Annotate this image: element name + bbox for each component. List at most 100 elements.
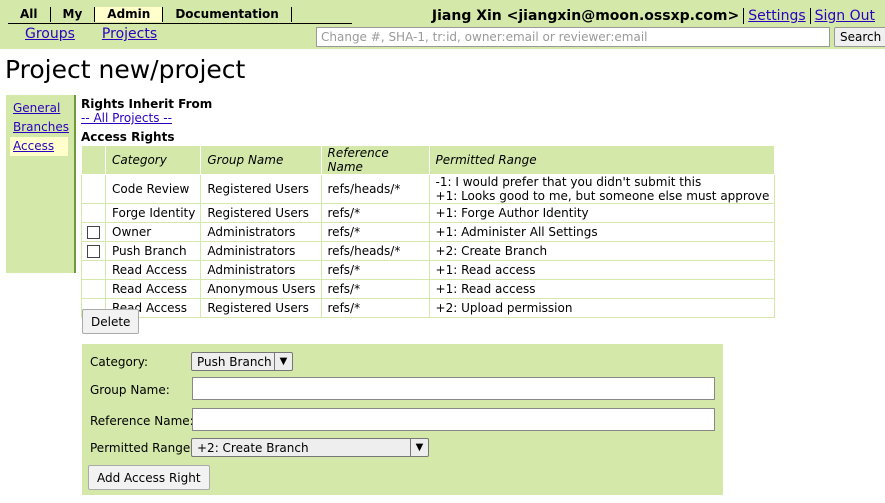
sidebar: General Branches Access: [6, 95, 76, 273]
group-name-cell: Registered Users: [200, 298, 322, 318]
reference-name-cell: refs/*: [320, 222, 430, 242]
table-row: Read Access Anonymous Users refs/* +1: Read…: [81, 279, 776, 299]
inherit-label: Rights Inherit From: [81, 97, 213, 111]
table-row: Owner Administrators refs/* +1: Administer …: [81, 222, 776, 242]
reference-name-cell: refs/*: [320, 203, 430, 223]
category-cell: Push Branch: [104, 241, 202, 261]
sidebar-item-branches[interactable]: Branches: [13, 118, 74, 137]
group-name-input[interactable]: [192, 377, 715, 400]
settings-link[interactable]: Settings: [748, 8, 805, 24]
category-label: Category:: [90, 355, 148, 369]
column-group-name: Group Name: [200, 145, 322, 175]
row-checkbox[interactable]: [87, 245, 100, 258]
permitted-range-cell: +1: Forge Author Identity: [428, 203, 776, 223]
group-name-cell: Administrators: [200, 222, 322, 242]
chevron-down-icon: ▼: [410, 439, 428, 456]
category-cell: Read Access: [104, 260, 202, 280]
permitted-range-value: -1: I would prefer that you didn't submi…: [435, 175, 702, 189]
category-select-value: Push Branch: [197, 355, 272, 369]
permitted-range-cell: +2: Create Branch: [428, 241, 776, 261]
group-name-cell: Registered Users: [200, 174, 322, 204]
tab-documentation[interactable]: Documentation: [163, 7, 292, 22]
column-reference-name: Reference Name: [320, 145, 430, 175]
sub-tab-groups[interactable]: Groups: [25, 26, 75, 42]
reference-name-cell: refs/heads/*: [320, 241, 430, 261]
tab-my[interactable]: My: [51, 7, 96, 22]
inherit-link[interactable]: -- All Projects --: [81, 111, 775, 125]
sub-tab-projects[interactable]: Projects: [102, 26, 157, 42]
access-rights-label: Access Rights: [81, 130, 175, 144]
user-area: Jiang Xin <jiangxin@moon.ossxp.com> Sett…: [432, 8, 875, 24]
reference-name-cell: refs/*: [320, 279, 430, 299]
permitted-range-cell: +1: Administer All Settings: [428, 222, 776, 242]
tab-bar-spacer: [292, 7, 352, 23]
row-select-cell: [81, 174, 106, 204]
separator: [809, 8, 811, 24]
permitted-range-value: +1: Forge Author Identity: [435, 206, 589, 220]
sidebar-item-access[interactable]: Access: [10, 137, 68, 156]
permitted-range-cell: +2: Upload permission: [428, 298, 776, 318]
search-bar: Search: [316, 27, 885, 47]
table-row: Forge Identity Registered Users refs/* +1: …: [81, 203, 776, 223]
group-name-label: Group Name:: [90, 383, 170, 397]
permitted-range-value: +1: Read access: [435, 282, 536, 296]
access-content: Rights Inherit From -- All Projects -- A…: [81, 97, 776, 318]
sidebar-item-general[interactable]: General: [13, 99, 74, 118]
table-body: Code Review Registered Users refs/heads/* -…: [81, 174, 776, 318]
row-select-cell: [81, 241, 106, 261]
table-row: Push Branch Administrators refs/heads/* +2:…: [81, 241, 776, 261]
table-row: Code Review Registered Users refs/heads/* -…: [81, 174, 776, 204]
column-select: [81, 145, 106, 175]
category-cell: Read Access: [104, 279, 202, 299]
permitted-range-select-value: +2: Create Branch: [197, 441, 309, 455]
chevron-down-icon: ▼: [274, 353, 292, 370]
top-header: All My Admin Documentation Groups Projec…: [0, 0, 885, 49]
delete-button[interactable]: Delete: [82, 309, 140, 334]
group-name-cell: Anonymous Users: [200, 279, 322, 299]
permitted-range-label: Permitted Range:: [90, 441, 195, 455]
add-access-right-form: Category: Push Branch ▼ Group Name: Refe…: [82, 344, 723, 495]
row-checkbox[interactable]: [87, 226, 100, 239]
search-button[interactable]: Search: [834, 27, 885, 47]
permitted-range-value: +1: Administer All Settings: [435, 225, 598, 239]
row-select-cell: [81, 222, 106, 242]
category-cell: Owner: [104, 222, 202, 242]
category-select[interactable]: Push Branch ▼: [191, 352, 293, 371]
table-header-row: Category Group Name Reference Name Permi…: [81, 145, 776, 175]
reference-name-cell: refs/*: [320, 298, 430, 318]
permitted-range-select[interactable]: +2: Create Branch ▼: [191, 438, 429, 457]
separator: [743, 8, 745, 24]
reference-name-cell: refs/*: [320, 260, 430, 280]
tab-admin[interactable]: Admin: [95, 7, 164, 22]
permitted-range-value: +1: Looks good to me, but someone else m…: [435, 189, 770, 203]
column-category: Category: [104, 145, 202, 175]
permitted-range-cell: -1: I would prefer that you didn't submi…: [428, 174, 776, 204]
permitted-range-cell: +1: Read access: [428, 279, 776, 299]
group-name-cell: Administrators: [200, 241, 322, 261]
user-name: Jiang Xin <jiangxin@moon.ossxp.com>: [431, 8, 740, 24]
column-permitted-range: Permitted Range: [428, 145, 776, 175]
permitted-range-value: +1: Read access: [435, 263, 536, 277]
tab-all[interactable]: All: [8, 7, 51, 22]
page-title: Project new/project: [5, 55, 246, 84]
row-select-cell: [81, 260, 106, 280]
reference-name-label: Reference Name:: [90, 414, 194, 428]
permitted-range-value: +2: Upload permission: [435, 301, 573, 315]
group-name-cell: Registered Users: [200, 203, 322, 223]
category-cell: Forge Identity: [104, 203, 202, 223]
category-cell: Code Review: [104, 174, 202, 204]
access-rights-table: Category Group Name Reference Name Permi…: [81, 145, 776, 318]
add-access-right-button[interactable]: Add Access Right: [88, 465, 210, 490]
row-select-cell: [81, 203, 106, 223]
permitted-range-cell: +1: Read access: [428, 260, 776, 280]
table-row: Read Access Administrators refs/* +1: Read …: [81, 260, 776, 280]
sub-tabs: Groups Projects: [25, 26, 157, 42]
search-input[interactable]: [316, 27, 830, 47]
sign-out-link[interactable]: Sign Out: [815, 8, 875, 24]
table-row: Read Access Registered Users refs/* +2: Upl…: [81, 298, 776, 318]
main-tabs: All My Admin Documentation: [8, 7, 352, 24]
reference-name-input[interactable]: [192, 408, 715, 431]
reference-name-cell: refs/heads/*: [320, 174, 430, 204]
group-name-cell: Administrators: [200, 260, 322, 280]
row-select-cell: [81, 279, 106, 299]
